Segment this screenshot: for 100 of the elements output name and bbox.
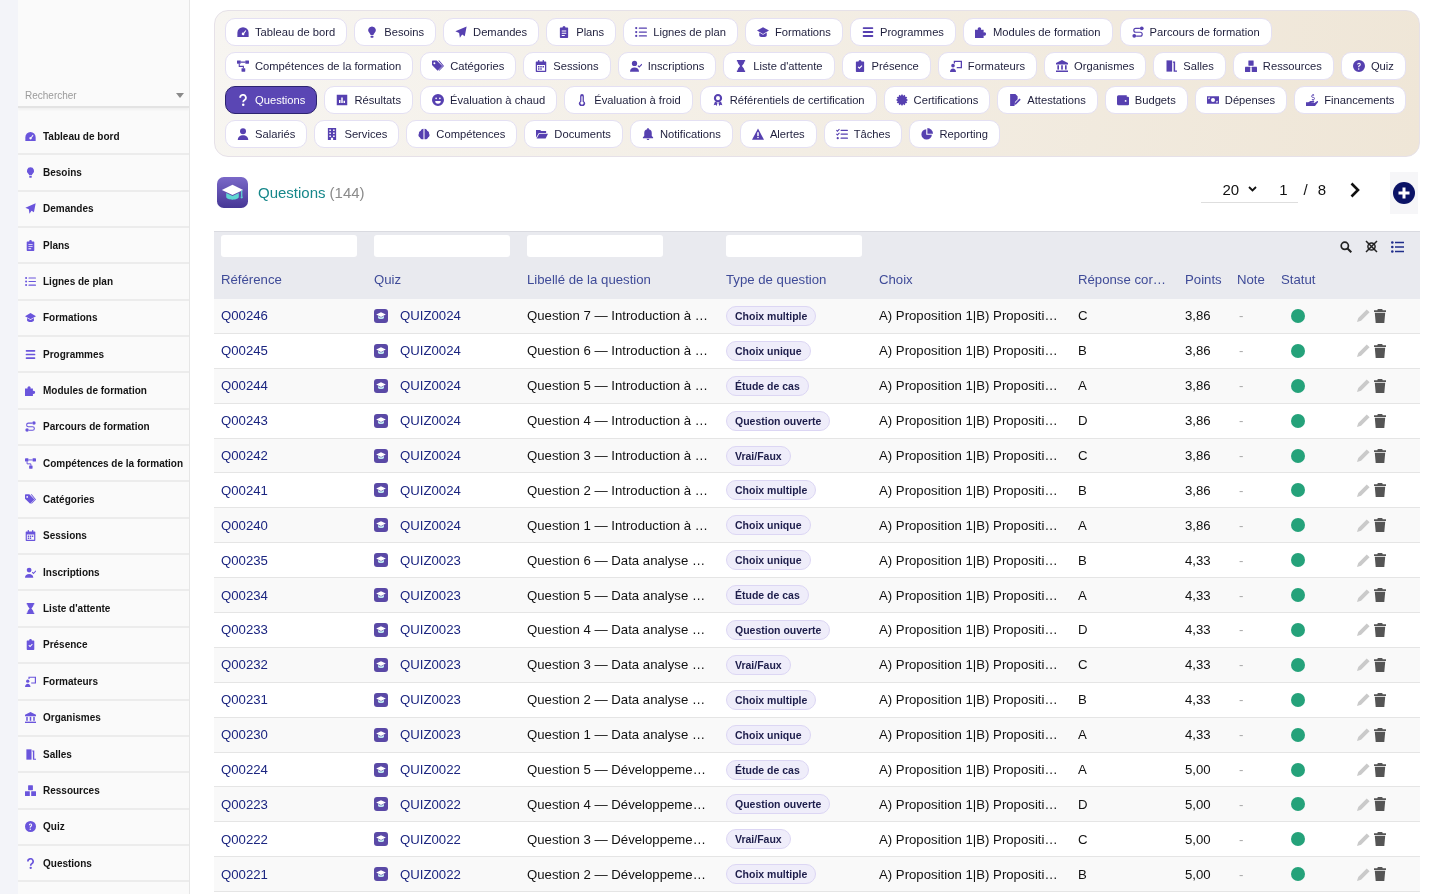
trash-icon[interactable] (1374, 308, 1386, 323)
sidebar-item[interactable]: Parcours de formation (18, 409, 189, 447)
reference-link[interactable]: Q00231 (221, 692, 268, 708)
trash-icon[interactable] (1374, 343, 1386, 358)
sidebar-item[interactable]: Lignes de plan (18, 264, 189, 301)
column-header[interactable]: Référence (221, 271, 282, 287)
chevron-right-icon[interactable] (1350, 181, 1360, 198)
quiz-link[interactable]: QUIZ0022 (400, 796, 461, 812)
quiz-link[interactable]: QUIZ0022 (400, 762, 461, 777)
nav-tab[interactable]: Modules de formation (962, 18, 1113, 46)
nav-tab[interactable]: Lignes de plan (623, 18, 738, 46)
nav-tab[interactable]: Présence (841, 52, 931, 80)
list-icon[interactable] (1391, 240, 1404, 253)
sidebar-item[interactable]: Formations (18, 300, 189, 338)
quiz-link[interactable]: QUIZ0024 (400, 308, 461, 324)
trash-icon[interactable] (1374, 762, 1386, 777)
trash-icon[interactable] (1374, 553, 1386, 568)
quiz-link[interactable]: QUIZ0023 (400, 692, 461, 708)
trash-icon[interactable] (1374, 588, 1386, 603)
nav-tab[interactable]: Tableau de bord (225, 18, 348, 46)
trash-icon[interactable] (1374, 867, 1386, 882)
nav-tab[interactable]: Salles (1153, 52, 1226, 80)
page-input[interactable]: 1 (1268, 176, 1299, 203)
quiz-link[interactable]: QUIZ0024 (400, 517, 461, 533)
trash-icon[interactable] (1374, 657, 1386, 672)
column-header[interactable]: Choix (879, 271, 913, 287)
sidebar-item[interactable]: Compétences de la formation (18, 446, 189, 483)
reference-link[interactable]: Q00221 (221, 866, 268, 882)
sidebar-item[interactable]: Questions (18, 845, 189, 883)
column-header[interactable]: Quiz (374, 271, 402, 287)
column-header[interactable]: Libellé de la question (527, 271, 651, 287)
nav-tab[interactable]: Organismes (1044, 52, 1147, 80)
nav-tab[interactable]: Quiz (1340, 52, 1406, 80)
trash-icon[interactable] (1374, 448, 1386, 463)
trash-icon[interactable] (1374, 797, 1386, 812)
nav-tab[interactable]: Formateurs (937, 52, 1038, 80)
sidebar-item[interactable]: Formateurs (18, 664, 189, 701)
trash-icon[interactable] (1374, 518, 1386, 533)
nav-tab[interactable]: Sessions (523, 52, 611, 80)
sidebar-item[interactable]: Modules de formation (18, 373, 189, 410)
nav-tab[interactable]: Alertes (739, 120, 817, 148)
nav-tab[interactable]: Reporting (909, 120, 1000, 148)
sidebar-item[interactable]: Besoins (18, 155, 189, 192)
nav-tab[interactable]: Parcours de formation (1119, 18, 1272, 46)
reference-link[interactable]: Q00233 (221, 622, 268, 638)
quiz-link[interactable]: QUIZ0022 (400, 831, 461, 847)
sidebar-item[interactable]: Inscriptions (18, 555, 189, 592)
reference-link[interactable]: Q00224 (221, 762, 268, 777)
sidebar-item[interactable]: Ressources (18, 773, 189, 810)
nav-tab[interactable]: Budgets (1104, 86, 1188, 114)
nav-tab[interactable]: Ressources (1232, 52, 1334, 80)
sidebar-item[interactable]: Liste d'attente (18, 591, 189, 628)
column-header[interactable]: Type de question (726, 271, 827, 287)
reference-link[interactable]: Q00222 (221, 831, 268, 847)
trash-icon[interactable] (1374, 727, 1386, 742)
reference-link[interactable]: Q00245 (221, 343, 268, 359)
nav-tab[interactable]: Compétences (406, 120, 518, 148)
reference-link[interactable]: Q00240 (221, 517, 268, 533)
nav-tab[interactable]: Catégories (420, 52, 517, 80)
nav-tab[interactable]: Compétences de la formation (225, 52, 414, 80)
reference-link[interactable]: Q00241 (221, 482, 268, 498)
reference-link[interactable]: Q00230 (221, 727, 268, 743)
nav-tab[interactable]: Évaluation à chaud (420, 86, 558, 114)
nav-tab[interactable]: Salariés (225, 120, 308, 148)
reference-link[interactable]: Q00232 (221, 657, 268, 673)
reference-link[interactable]: Q00234 (221, 587, 268, 603)
quiz-link[interactable]: QUIZ0022 (400, 866, 461, 882)
column-header[interactable]: Réponse cor… (1078, 271, 1166, 287)
trash-icon[interactable] (1374, 378, 1386, 393)
sidebar-item[interactable]: Tableau de bord (18, 119, 189, 156)
column-header[interactable]: Note (1237, 271, 1265, 287)
quiz-link[interactable]: QUIZ0023 (400, 657, 461, 673)
trash-icon[interactable] (1374, 483, 1386, 498)
sidebar-item[interactable]: Programmes (18, 337, 189, 374)
column-header[interactable]: Points (1185, 271, 1222, 287)
reference-link[interactable]: Q00244 (221, 378, 268, 394)
reference-link[interactable]: Q00243 (221, 413, 268, 429)
quiz-link[interactable]: QUIZ0024 (400, 482, 461, 498)
sidebar-item[interactable]: Catégories (18, 482, 189, 519)
page-size-select[interactable]: 20 (1201, 176, 1269, 203)
quiz-link[interactable]: QUIZ0023 (400, 587, 461, 603)
crossed-circle-icon[interactable] (1365, 240, 1378, 253)
trash-icon[interactable] (1374, 832, 1386, 847)
reference-link[interactable]: Q00242 (221, 448, 268, 463)
search-field[interactable]: Rechercher (18, 84, 189, 108)
nav-tab[interactable]: Documents (524, 120, 623, 148)
nav-tab[interactable]: Dépenses (1194, 86, 1288, 114)
nav-tab[interactable]: Notifications (629, 120, 733, 148)
column-header[interactable]: Statut (1281, 271, 1316, 287)
quiz-link[interactable]: QUIZ0023 (400, 552, 461, 568)
quiz-link[interactable]: QUIZ0024 (400, 413, 461, 429)
nav-tab[interactable]: Liste d'attente (723, 52, 835, 80)
nav-tab[interactable]: Demandes (443, 18, 540, 46)
sidebar-item[interactable]: Quiz (18, 809, 189, 846)
nav-tab[interactable]: Référentiels de certification (699, 86, 877, 114)
quiz-link[interactable]: QUIZ0023 (400, 727, 461, 743)
nav-tab[interactable]: Besoins (354, 18, 437, 46)
sidebar-item[interactable]: Sessions (18, 518, 189, 556)
nav-tab[interactable]: Attestations (997, 86, 1098, 114)
reference-link[interactable]: Q00223 (221, 796, 268, 812)
